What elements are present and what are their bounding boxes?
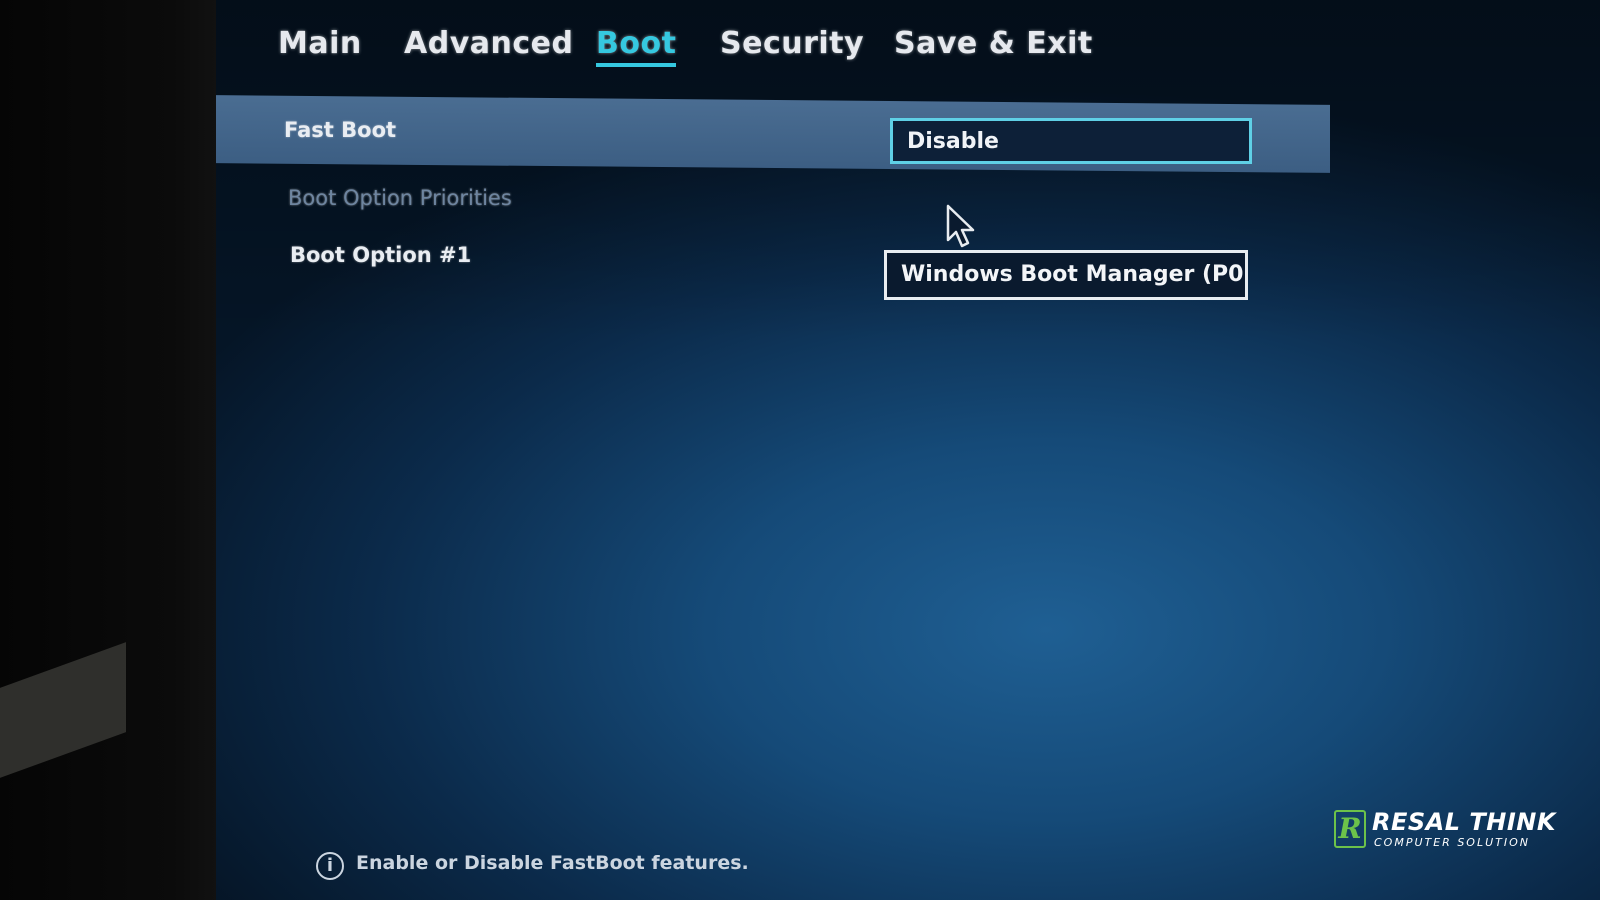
- logo-title: RESAL THINK: [1372, 808, 1556, 836]
- logo-mark: R: [1334, 810, 1366, 848]
- logo-subtitle: COMPUTER SOLUTION: [1374, 836, 1530, 849]
- tab-security[interactable]: Security: [720, 26, 864, 61]
- info-icon: i: [316, 852, 344, 880]
- mouse-cursor-icon: [946, 204, 975, 248]
- fast-boot-label: Fast Boot: [284, 118, 397, 142]
- tab-bar: Main Advanced Boot Security Save & Exit: [216, 26, 1600, 76]
- tab-boot[interactable]: Boot: [596, 26, 677, 67]
- bezel-plate: [0, 642, 126, 778]
- monitor-bezel: [0, 0, 216, 900]
- tab-advanced[interactable]: Advanced: [404, 26, 573, 61]
- boot-priorities-header: Boot Option Priorities: [288, 186, 512, 210]
- help-text: Enable or Disable FastBoot features.: [356, 852, 749, 874]
- tab-main[interactable]: Main: [278, 26, 362, 61]
- bios-screen: Main Advanced Boot Security Save & Exit …: [216, 0, 1600, 900]
- fast-boot-value[interactable]: Disable: [890, 118, 1252, 164]
- boot-option-1-label: Boot Option #1: [290, 243, 472, 267]
- boot-option-1-value[interactable]: Windows Boot Manager (P0: W: [884, 250, 1248, 300]
- watermark-logo: R RESAL THINK COMPUTER SOLUTION: [1334, 808, 1564, 854]
- tab-save-exit[interactable]: Save & Exit: [894, 26, 1093, 61]
